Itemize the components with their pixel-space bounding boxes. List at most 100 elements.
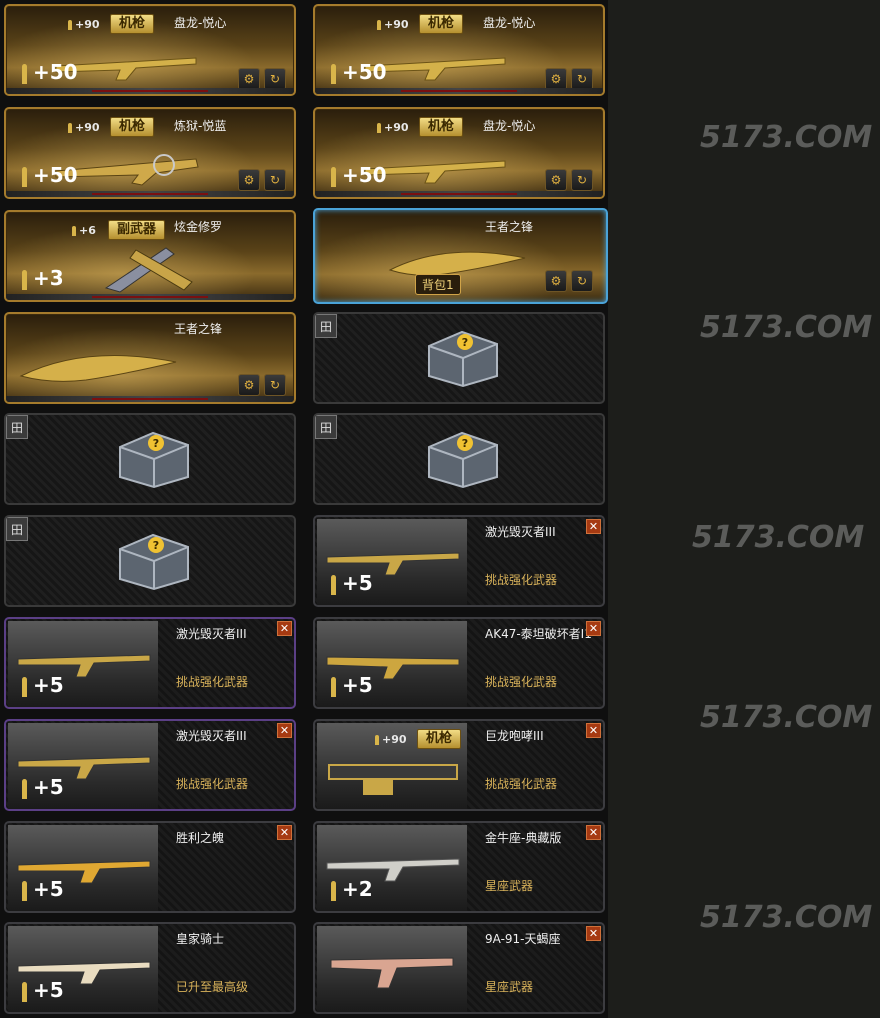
watermark-logo: 5173.COM <box>700 700 872 735</box>
weapon-card[interactable]: 9A-91-天蝎座 星座武器 ✕ <box>313 922 605 1014</box>
magazine-bonus: +3 <box>22 266 64 290</box>
empty-slot[interactable]: 田 ? <box>4 515 296 607</box>
empty-slot[interactable]: 田 ? <box>313 413 605 505</box>
weapon-card-selected[interactable]: 王者之锋 背包1 ⚙ ↻ <box>313 208 608 304</box>
weapon-category: 星座武器 <box>485 879 534 893</box>
empty-slot[interactable]: 田 ? <box>313 312 605 404</box>
magazine-bonus: +5 <box>22 775 64 799</box>
close-icon[interactable]: ✕ <box>586 621 601 636</box>
wrench-icon[interactable]: ⚙ <box>545 169 567 191</box>
ammo-bonus: +90 <box>377 121 409 134</box>
svg-text:?: ? <box>462 336 468 349</box>
weapon-card[interactable]: 金牛座-典藏版 +2 星座武器 ✕ <box>313 821 605 913</box>
magazine-bonus: +5 <box>22 673 64 697</box>
weapon-category: 挑战强化武器 <box>485 675 558 689</box>
weapon-name: 盘龙-悦心 <box>174 16 227 30</box>
background-panel: 5173.COM 5173.COM 5173.COM 5173.COM 5173… <box>608 0 880 1018</box>
weapon-card[interactable]: +6 副武器 炫金修罗 +3 <box>4 210 296 302</box>
weapon-type-badge: 机枪 <box>419 14 464 34</box>
weapon-name: 激光毁灭者III <box>176 627 247 641</box>
weapon-name: 王者之锋 <box>174 322 223 336</box>
magazine-bonus-value: +5 <box>33 775 64 799</box>
weapon-name: 皇家骑士 <box>176 932 225 946</box>
weapon-name: 王者之锋 <box>485 220 534 234</box>
weapon-type-badge: 副武器 <box>108 220 166 240</box>
ammo-bonus-value: +6 <box>79 224 96 237</box>
empty-slot[interactable]: 田 ? <box>4 413 296 505</box>
close-icon[interactable]: ✕ <box>586 519 601 534</box>
slot-icon: 田 <box>6 415 28 439</box>
magazine-bonus: +50 <box>22 60 78 84</box>
magazine-bonus: +2 <box>331 877 373 901</box>
weapon-card[interactable]: +90 机枪 盘龙-悦心 +50 ⚙ ↻ <box>313 4 605 96</box>
magazine-bonus-value: +50 <box>342 163 387 187</box>
weapon-name: 激光毁灭者III <box>176 729 247 743</box>
magazine-bonus-value: +5 <box>33 978 64 1002</box>
weapon-thumbnail <box>317 926 467 1012</box>
weapon-type-badge: 机枪 <box>419 117 464 137</box>
weapon-name: 炼狱-悦蓝 <box>174 119 227 133</box>
weapon-type-badge: 机枪 <box>417 729 462 749</box>
weapon-card[interactable]: 王者之锋 ⚙ ↻ <box>4 312 296 404</box>
refresh-icon[interactable]: ↻ <box>571 68 593 90</box>
weapon-category: 星座武器 <box>485 980 534 994</box>
wrench-icon[interactable]: ⚙ <box>545 270 567 292</box>
weapon-name: 胜利之魄 <box>176 831 225 845</box>
magazine-bonus-value: +5 <box>33 877 64 901</box>
weapon-category: 挑战强化武器 <box>176 675 249 689</box>
close-icon[interactable]: ✕ <box>277 723 292 738</box>
ammo-bonus-value: +90 <box>75 18 100 31</box>
mystery-box-icon: ? <box>428 330 498 388</box>
weapon-card[interactable]: +90 机枪 盘龙-悦心 +50 ⚙ ↻ <box>313 107 605 199</box>
magazine-bonus: +5 <box>22 877 64 901</box>
weapon-name: 炫金修罗 <box>174 220 223 234</box>
refresh-icon[interactable]: ↻ <box>571 270 593 292</box>
magazine-bonus-value: +5 <box>33 673 64 697</box>
ammo-bonus: +90 <box>68 18 100 31</box>
wrench-icon[interactable]: ⚙ <box>545 68 567 90</box>
card-bottom-strip <box>6 191 294 197</box>
magazine-bonus: +50 <box>22 163 78 187</box>
weapon-card[interactable]: 激光毁灭者III +5 挑战强化武器 ✕ <box>313 515 605 607</box>
mystery-box-icon: ? <box>119 431 189 489</box>
magazine-bonus: +50 <box>331 163 387 187</box>
weapon-card[interactable]: +90 机枪 盘龙-悦心 +50 ⚙ ↻ <box>4 4 296 96</box>
refresh-icon[interactable]: ↻ <box>264 169 286 191</box>
slot-icon: 田 <box>315 415 337 439</box>
weapon-category: 挑战强化武器 <box>485 573 558 587</box>
wrench-icon[interactable]: ⚙ <box>238 169 260 191</box>
weapon-card[interactable]: 皇家骑士 +5 已升至最高级 <box>4 922 296 1014</box>
weapon-name: 巨龙咆哮III <box>485 729 544 743</box>
weapon-card[interactable]: 激光毁灭者III +5 挑战强化武器 ✕ <box>4 719 296 811</box>
close-icon[interactable]: ✕ <box>586 926 601 941</box>
ammo-bonus: +6 <box>72 224 96 237</box>
close-icon[interactable]: ✕ <box>586 825 601 840</box>
wrench-icon[interactable]: ⚙ <box>238 374 260 396</box>
weapon-card[interactable]: AK47-泰坦破坏者I1 +5 挑战强化武器 ✕ <box>313 617 605 709</box>
wrench-icon[interactable]: ⚙ <box>238 68 260 90</box>
card-bottom-strip <box>315 191 603 197</box>
refresh-icon[interactable]: ↻ <box>264 68 286 90</box>
weapon-card[interactable]: 激光毁灭者III +5 挑战强化武器 ✕ <box>4 617 296 709</box>
dual-pistol-image <box>104 247 193 293</box>
ammo-bonus: +90 <box>375 733 407 746</box>
watermark-text: 5173.COM <box>692 520 865 555</box>
weapon-type-badge: 机枪 <box>110 14 155 34</box>
slot-icon: 田 <box>315 314 337 338</box>
close-icon[interactable]: ✕ <box>277 621 292 636</box>
weapon-name: 盘龙-悦心 <box>483 119 536 133</box>
svg-text:?: ? <box>462 437 468 450</box>
refresh-icon[interactable]: ↻ <box>571 169 593 191</box>
weapon-card[interactable]: 胜利之魄 +5 ✕ <box>4 821 296 913</box>
close-icon[interactable]: ✕ <box>277 825 292 840</box>
weapon-card[interactable]: +90 机枪 巨龙咆哮III 挑战强化武器 ✕ <box>313 719 605 811</box>
close-icon[interactable]: ✕ <box>586 723 601 738</box>
card-bottom-strip <box>6 88 294 94</box>
weapon-type-badge: 机枪 <box>110 117 155 137</box>
magazine-bonus: +5 <box>331 673 373 697</box>
watermark-text: 5173.COM <box>700 900 873 935</box>
refresh-icon[interactable]: ↻ <box>264 374 286 396</box>
ammo-bonus-value: +90 <box>384 121 409 134</box>
weapon-card[interactable]: +90 机枪 炼狱-悦蓝 +50 ⚙ ↻ <box>4 107 296 199</box>
magazine-bonus-value: +5 <box>342 571 373 595</box>
